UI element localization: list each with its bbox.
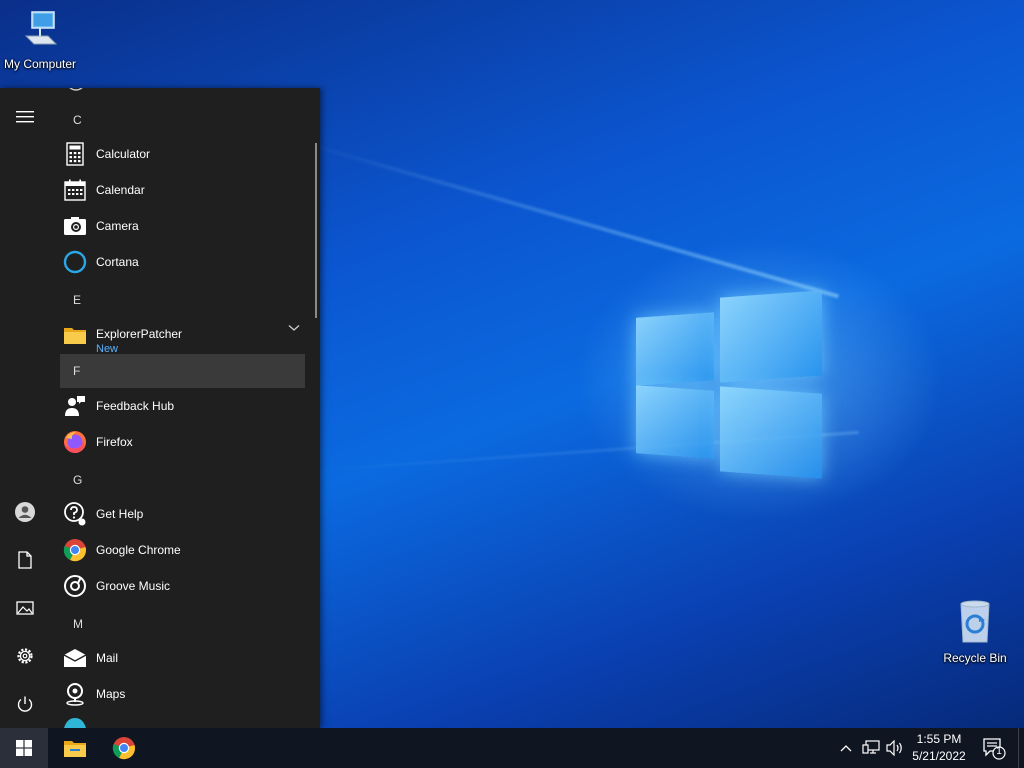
app-name: Get Help — [96, 507, 144, 521]
user-icon — [15, 502, 35, 522]
app-name: Cortana — [96, 255, 139, 269]
hamburger-menu-icon — [16, 111, 34, 123]
camera-icon — [64, 217, 86, 235]
calendar-icon — [64, 179, 86, 201]
start-menu: C Calculator Calendar Camera Cortana E E… — [0, 88, 320, 728]
power-icon — [17, 696, 33, 712]
group-letter: E — [73, 293, 82, 307]
clock-time: 1:55 PM — [916, 732, 962, 746]
recycle-bin-icon — [960, 600, 990, 643]
folder-icon — [64, 328, 86, 344]
pictures-icon — [16, 601, 34, 615]
network-button[interactable] — [861, 738, 881, 758]
desktop-icon-recycle-bin[interactable]: Recycle Bin — [935, 600, 1015, 665]
taskbar: 1:55 PM 5/21/2022 1 — [0, 728, 1024, 768]
taskbar-clock[interactable]: 1:55 PM 5/21/2022 — [902, 731, 976, 765]
groove-music-icon — [64, 575, 86, 597]
windows-start-icon — [16, 740, 32, 756]
clock-icon — [69, 88, 83, 91]
show-hidden-icons-button[interactable] — [836, 738, 856, 758]
desktop-icon-label: Recycle Bin — [943, 651, 1007, 665]
app-name: Google Chrome — [96, 543, 181, 557]
app-name: Mail — [96, 651, 119, 665]
light-beam — [299, 140, 839, 299]
app-mail[interactable]: Mail — [60, 640, 310, 676]
group-letter: M — [73, 617, 83, 631]
mail-icon — [63, 649, 87, 667]
app-get-help[interactable]: Get Help — [60, 496, 310, 532]
app-name: Camera — [96, 219, 139, 233]
action-center-button[interactable]: 1 — [982, 736, 1006, 760]
app-name: Calendar — [96, 183, 145, 197]
group-letter: G — [73, 473, 83, 487]
feedback-hub-icon — [65, 396, 85, 416]
settings-icon — [17, 648, 33, 664]
app-list[interactable]: C Calculator Calendar Camera Cortana E E… — [60, 88, 310, 728]
desktop-icon-my-computer[interactable]: My Computer — [0, 10, 80, 71]
desktop-icon-label: My Computer — [3, 57, 77, 71]
settings-button[interactable] — [0, 634, 50, 678]
app-groove-music[interactable]: Groove Music — [60, 568, 310, 604]
computer-icon — [24, 11, 58, 45]
app-name: Maps — [96, 687, 126, 701]
windows-logo-wallpaper — [636, 290, 822, 480]
notification-count: 1 — [996, 746, 1002, 757]
app-google-chrome[interactable]: Google Chrome — [60, 532, 310, 568]
group-header-m[interactable]: M — [60, 607, 305, 641]
app-name: Feedback Hub — [96, 399, 175, 413]
app-maps[interactable]: Maps — [60, 676, 310, 712]
maps-icon — [66, 683, 84, 706]
taskbar-chrome[interactable] — [100, 728, 148, 768]
app-firefox[interactable]: Firefox — [60, 424, 310, 460]
calculator-icon — [66, 142, 84, 166]
app-name: ExplorerPatcher — [96, 327, 183, 341]
group-header-g[interactable]: G — [60, 463, 305, 497]
app-feedback-hub[interactable]: Feedback Hub — [60, 388, 310, 424]
chevron-down-icon[interactable] — [288, 324, 300, 332]
app-name: Firefox — [96, 435, 133, 449]
clock-date: 5/21/2022 — [912, 749, 966, 763]
hamburger-menu-button[interactable] — [0, 95, 50, 139]
app-list-scrollbar[interactable] — [315, 143, 317, 318]
cortana-icon — [63, 250, 87, 274]
pictures-button[interactable] — [0, 586, 50, 630]
power-button[interactable] — [0, 682, 50, 726]
chrome-icon — [112, 737, 135, 760]
group-header-c[interactable]: C — [60, 103, 305, 137]
start-rail — [0, 88, 50, 728]
chevron-up-icon — [840, 745, 852, 752]
group-header-e[interactable]: E — [60, 283, 305, 317]
chrome-icon — [63, 539, 86, 562]
show-desktop-button[interactable] — [1018, 728, 1024, 768]
firefox-icon — [64, 431, 86, 453]
app-calendar[interactable]: Calendar — [60, 172, 310, 208]
group-header-f[interactable]: F — [60, 354, 305, 388]
taskbar-file-explorer[interactable] — [51, 728, 99, 768]
app-camera[interactable]: Camera — [60, 208, 310, 244]
edge-icon — [64, 718, 86, 728]
get-help-icon — [64, 502, 86, 526]
documents-button[interactable] — [0, 538, 50, 582]
app-name: Calculator — [96, 147, 151, 161]
group-letter: C — [73, 113, 82, 127]
group-letter: F — [73, 364, 81, 378]
app-cortana[interactable]: Cortana — [60, 244, 310, 280]
user-account-button[interactable] — [0, 490, 50, 534]
app-calculator[interactable]: Calculator — [60, 136, 310, 172]
app-explorerpatcher[interactable]: ExplorerPatcher New — [60, 316, 310, 356]
documents-icon — [18, 551, 32, 569]
start-button[interactable] — [0, 728, 48, 768]
file-explorer-icon — [64, 741, 86, 757]
network-icon — [862, 740, 880, 754]
app-name: Groove Music — [96, 579, 171, 593]
